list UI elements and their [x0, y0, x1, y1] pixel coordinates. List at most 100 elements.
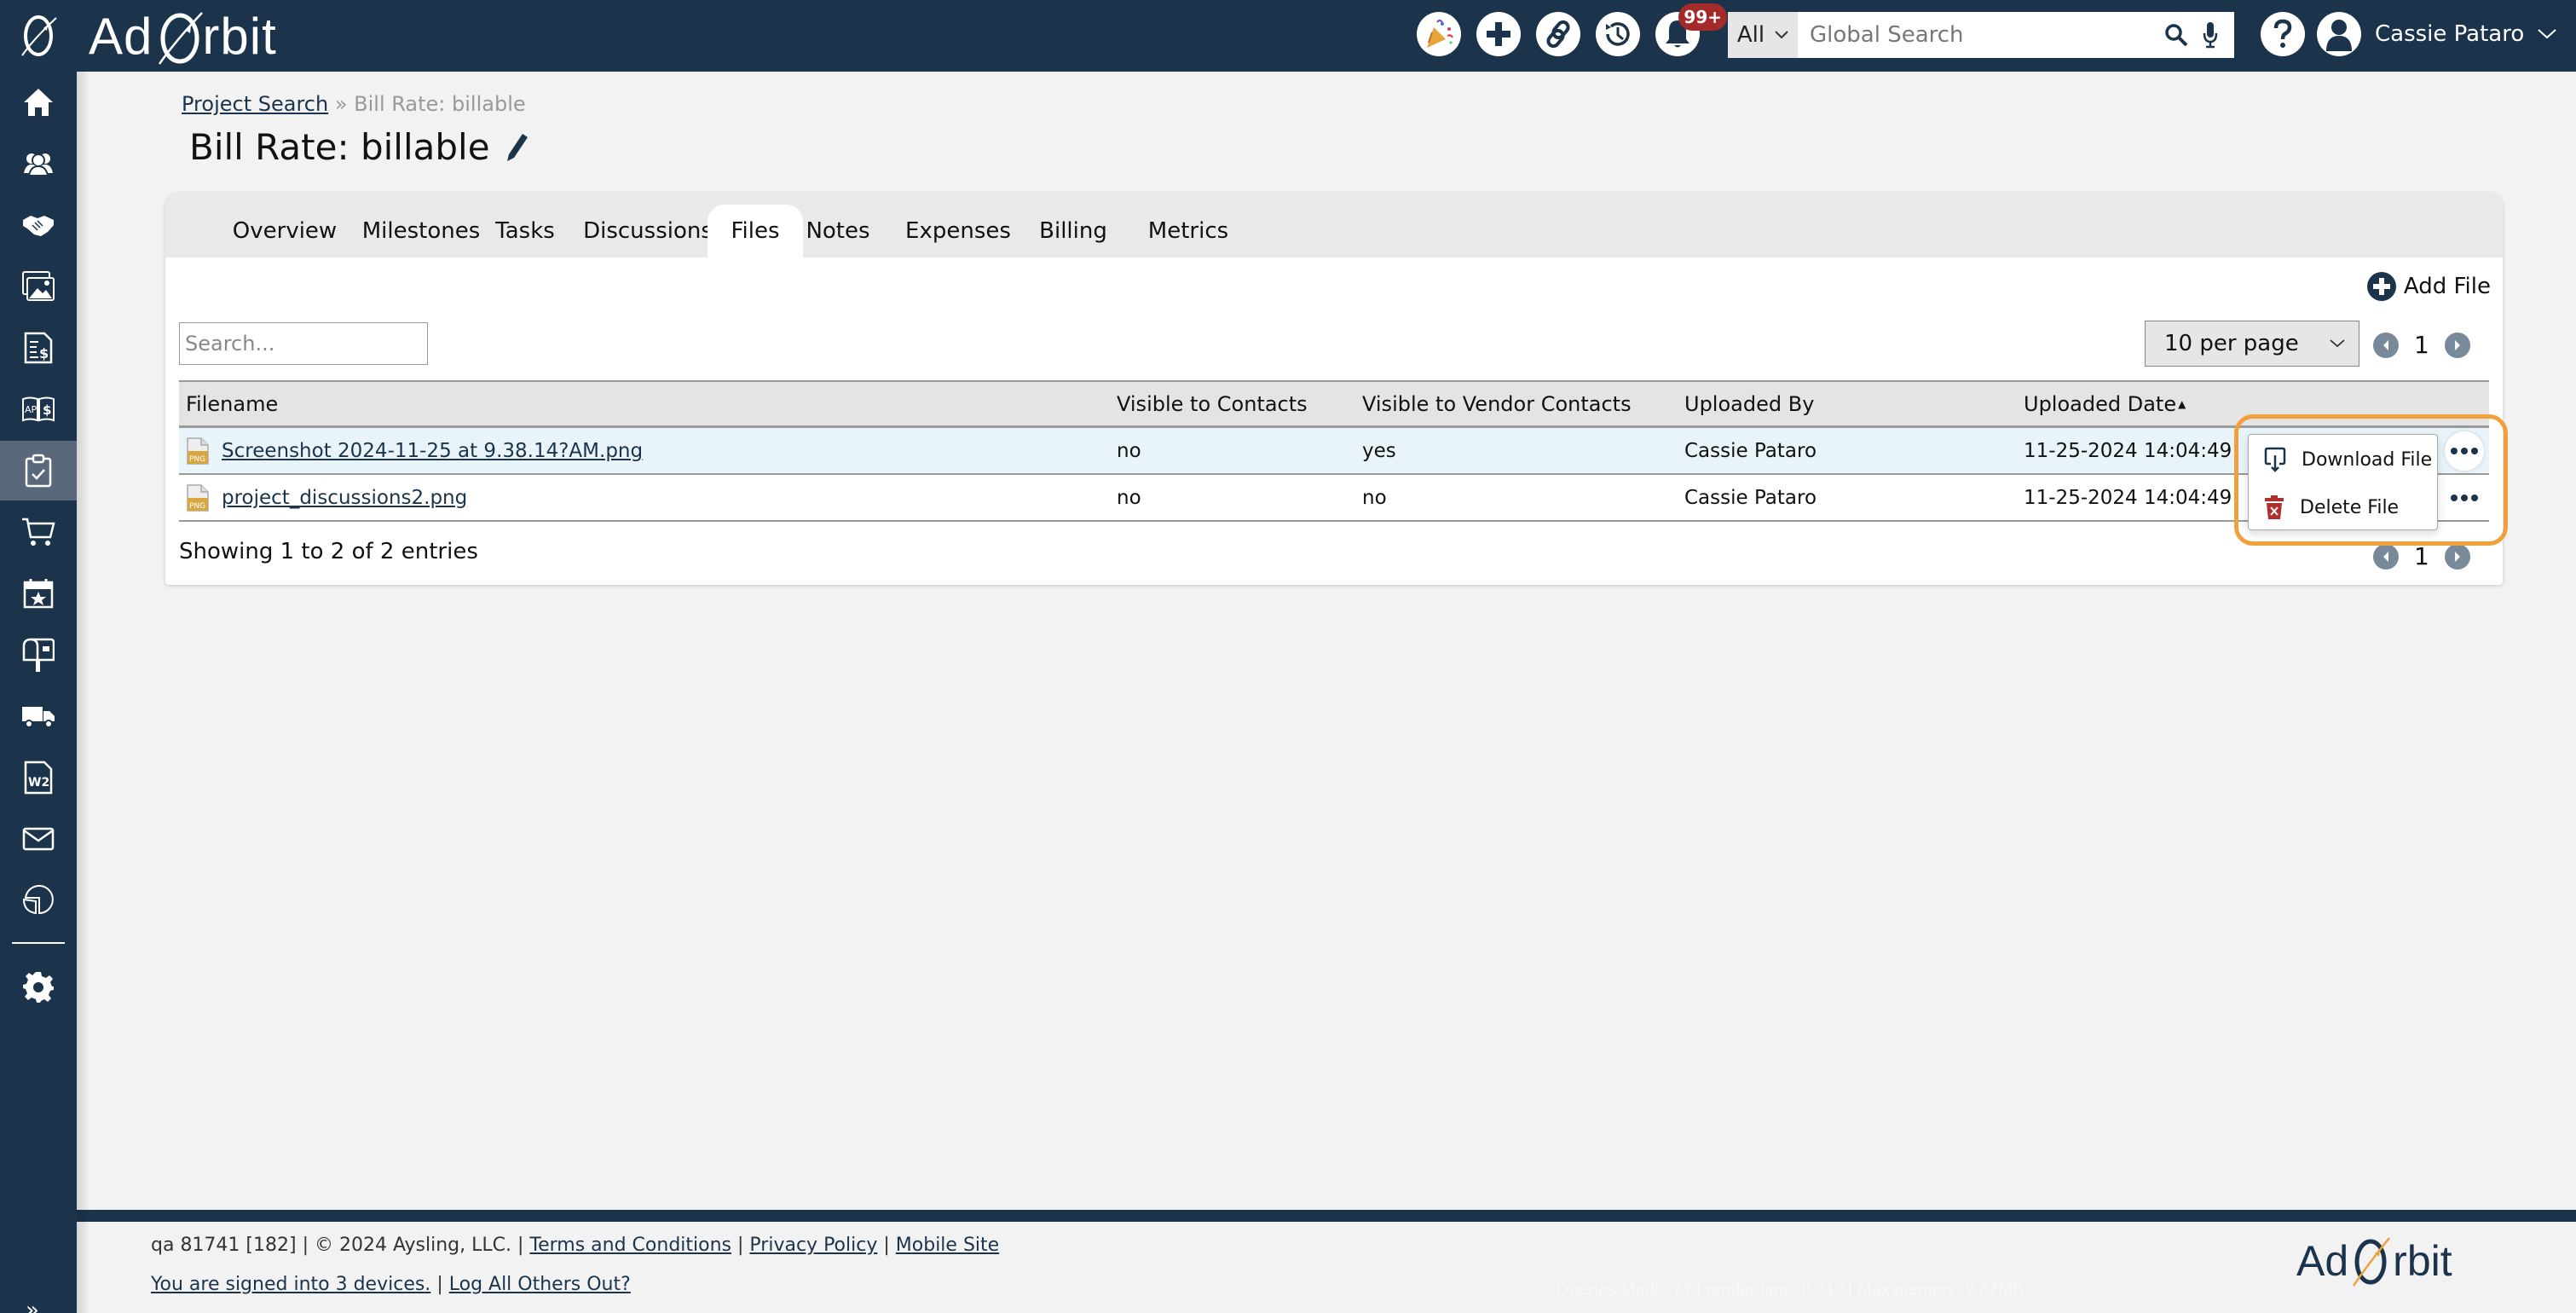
ap-dollar-icon: AP $ [22, 396, 55, 422]
search-scope-select[interactable]: All [1728, 12, 1798, 58]
col-visible-vendor[interactable]: Visible to Vendor Contacts [1362, 382, 1632, 425]
sidebar-item-orders[interactable] [0, 502, 77, 562]
svg-text:PNG: PNG [189, 502, 205, 511]
chevron-down-icon [2330, 339, 2345, 348]
sidebar-item-home[interactable] [0, 72, 77, 132]
png-file-icon: PNG [187, 437, 209, 465]
sort-asc-icon: ▲ [2178, 397, 2186, 410]
links-button[interactable] [1536, 12, 1580, 56]
help-button[interactable] [2261, 12, 2305, 56]
mobile-site-link[interactable]: Mobile Site [896, 1235, 999, 1256]
tab-expenses[interactable]: Expenses [898, 205, 1018, 257]
create-button[interactable] [1476, 12, 1521, 56]
celebrate-button[interactable] [1417, 12, 1461, 56]
history-button[interactable] [1596, 12, 1640, 56]
trash-icon [2265, 495, 2284, 519]
sidebar-item-deals[interactable] [0, 195, 77, 255]
voice-search-button[interactable] [2193, 21, 2227, 49]
sidebar-item-contacts[interactable] [0, 134, 77, 194]
visible-vendor-cell: no [1362, 486, 1387, 509]
sidebar-item-settings[interactable] [0, 957, 77, 1017]
tab-billing[interactable]: Billing [1026, 205, 1120, 257]
prev-page-button[interactable] [2373, 543, 2399, 570]
sidebar-item-ap[interactable]: AP $ [0, 379, 77, 439]
png-file-icon: PNG [187, 483, 209, 512]
ellipsis-dot [2471, 448, 2478, 454]
tab-notes[interactable]: Notes [800, 205, 876, 257]
sidebar-item-calendar[interactable] [0, 564, 77, 623]
next-page-button[interactable] [2444, 332, 2470, 358]
ellipsis-dot [2471, 495, 2478, 501]
visible-vendor-cell: yes [1362, 439, 1396, 462]
sidebar-expand-toggle[interactable]: » [26, 1298, 39, 1313]
search-button[interactable] [2159, 23, 2193, 47]
tab-tasks[interactable]: Tasks [477, 205, 573, 257]
tab-files[interactable]: Files [708, 205, 803, 257]
privacy-link[interactable]: Privacy Policy [749, 1235, 877, 1256]
footer-divider [77, 1210, 2576, 1222]
svg-text:$: $ [39, 345, 49, 362]
chevron-left-icon [2383, 339, 2388, 350]
col-uploaded-date[interactable]: Uploaded Date ▲ [2024, 382, 2186, 425]
next-page-button[interactable] [2444, 543, 2470, 570]
chevron-down-icon [1775, 31, 1788, 39]
col-uploaded-by[interactable]: Uploaded By [1684, 382, 1814, 425]
home-icon [24, 89, 53, 116]
sidebar-logo[interactable] [0, 0, 77, 72]
footer-sep: | [737, 1235, 744, 1256]
gear-icon [23, 972, 54, 1003]
row-actions-button[interactable] [2445, 478, 2484, 518]
filename-cell: PNG Screenshot 2024-11-25 at 9.38.14?AM.… [186, 428, 643, 473]
brand-orbit-icon [2353, 1237, 2391, 1287]
prev-page-button[interactable] [2373, 332, 2399, 358]
row-actions-button[interactable] [2445, 431, 2484, 471]
top-bar: Ad rbit 99+ All Global Search Cassie Pat… [0, 0, 2576, 72]
sidebar: $ AP $ W2 » [0, 0, 77, 1313]
pie-chart-icon [22, 885, 54, 915]
files-search-input[interactable] [179, 322, 428, 365]
plus-circle-icon [2366, 272, 2396, 301]
mailbox-icon [22, 638, 55, 672]
sidebar-item-mailbox[interactable] [0, 625, 77, 685]
add-file-button[interactable]: Add File [2366, 271, 2491, 302]
chevron-left-icon [2383, 551, 2388, 562]
sidebar-item-w2[interactable]: W2 [0, 748, 77, 807]
tab-metrics[interactable]: Metrics [1129, 205, 1248, 257]
log-others-out-link[interactable]: Log All Others Out? [449, 1274, 631, 1295]
sidebar-item-invoices[interactable]: $ [0, 318, 77, 378]
file-link[interactable]: Screenshot 2024-11-25 at 9.38.14?AM.png [222, 440, 643, 462]
ellipsis-dot [2461, 495, 2468, 501]
breadcrumb-project-search[interactable]: Project Search [182, 92, 328, 116]
menu-item-download[interactable]: Download File [2264, 447, 2432, 472]
brand-left: Ad [2296, 1237, 2349, 1285]
sidebar-item-projects[interactable] [0, 441, 77, 500]
global-search-input[interactable] [1798, 12, 2159, 58]
sidebar-item-reports[interactable] [0, 871, 77, 930]
uploaded-date-cell: 11-25-2024 14:04:49 [2024, 439, 2232, 462]
edit-pencil-icon[interactable] [504, 132, 529, 163]
add-file-label: Add File [2403, 274, 2491, 299]
user-menu[interactable]: Cassie Pataro [2317, 12, 2556, 56]
terms-link[interactable]: Terms and Conditions [529, 1235, 731, 1256]
notifications-button[interactable]: 99+ [1655, 3, 1727, 56]
footer-sessions: You are signed into 3 devices. | Log All… [151, 1274, 631, 1295]
app-logo[interactable]: Ad rbit [89, 3, 277, 68]
sidebar-item-media[interactable] [0, 257, 77, 316]
sidebar-item-email[interactable] [0, 809, 77, 869]
col-filename[interactable]: Filename [186, 382, 278, 425]
microphone-icon [2203, 22, 2218, 49]
signed-devices-link[interactable]: You are signed into 3 devices. [151, 1274, 430, 1295]
party-popper-icon [1427, 20, 1453, 48]
orbit-logo-icon [21, 15, 57, 56]
menu-item-delete[interactable]: Delete File [2264, 495, 2399, 520]
footer-sep: | [883, 1235, 890, 1256]
per-page-select[interactable]: 10 per page [2145, 321, 2359, 367]
col-visible-contacts[interactable]: Visible to Contacts [1117, 382, 1308, 425]
svg-text:W2: W2 [28, 776, 49, 790]
envelope-icon [22, 827, 55, 851]
avatar [2317, 12, 2361, 56]
people-icon [24, 153, 53, 176]
file-link[interactable]: project_discussions2.png [222, 487, 467, 509]
visible-contacts-cell: no [1117, 486, 1141, 509]
sidebar-item-delivery[interactable] [0, 686, 77, 746]
